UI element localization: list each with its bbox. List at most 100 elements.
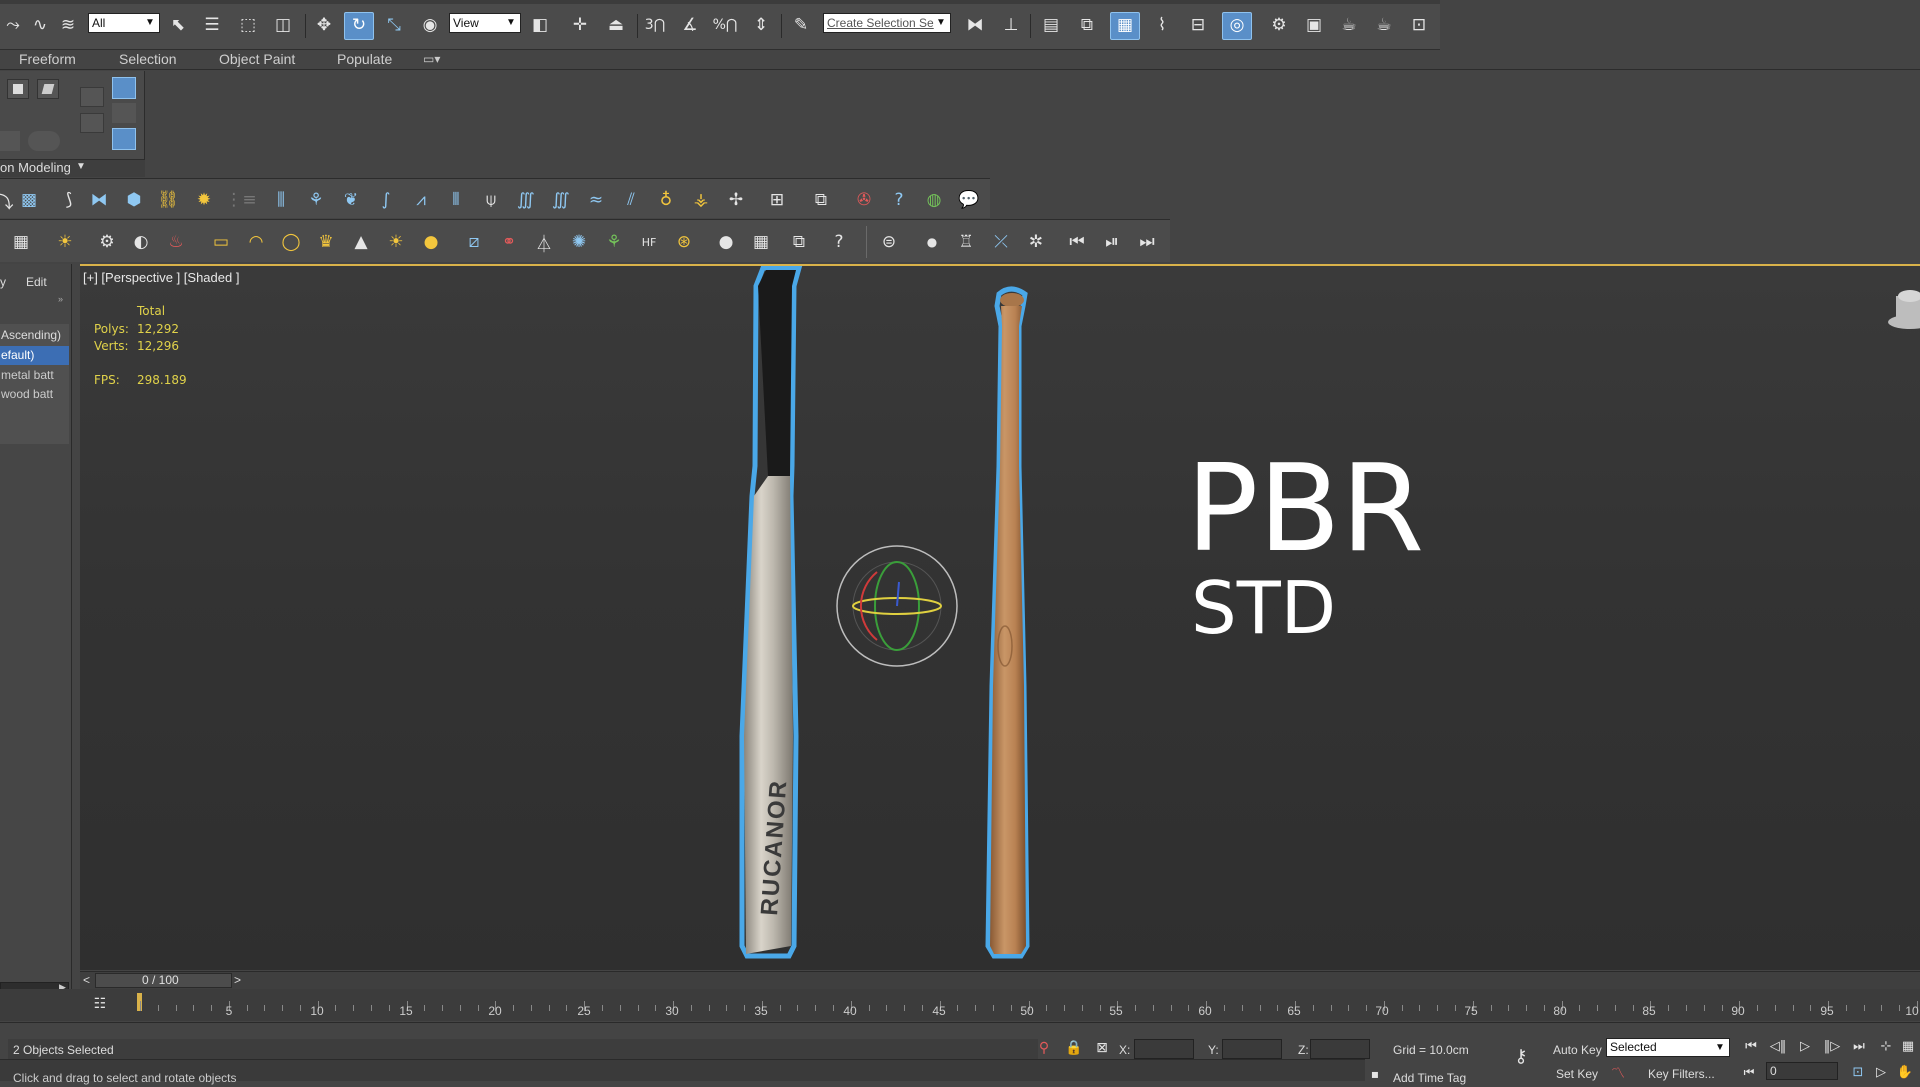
comb-icon[interactable]: ⫴: [443, 187, 469, 213]
preferences-icon[interactable]: ⧉: [808, 187, 834, 213]
strands-icon[interactable]: ⩘: [408, 187, 434, 213]
keyframe-next-icon[interactable]: ⏭: [1134, 229, 1160, 255]
scene-list-item[interactable]: metal batt: [0, 366, 69, 385]
key-filters-button[interactable]: Key Filters...: [1648, 1067, 1715, 1081]
schematic-view-icon[interactable]: ⊟: [1185, 12, 1211, 38]
keyframe-play-icon[interactable]: ⏯: [1099, 229, 1125, 255]
scene-list-item-selected[interactable]: efault): [0, 346, 69, 365]
key-mode-toggle-icon[interactable]: ⏮: [1736, 1059, 1762, 1085]
plant-icon[interactable]: ⚘: [601, 229, 627, 255]
auto-key-button[interactable]: Auto Key: [1553, 1043, 1602, 1057]
pivot-center-icon[interactable]: ◧: [527, 12, 553, 38]
link-icon[interactable]: ⛓: [155, 187, 181, 213]
teapot-icon[interactable]: ♨: [163, 229, 189, 255]
x-field[interactable]: [1134, 1039, 1194, 1059]
reference-coord-dropdown[interactable]: View ▼: [449, 13, 521, 33]
time-tag-icon[interactable]: ▪: [1362, 1061, 1388, 1087]
key-icon[interactable]: ⚷: [1508, 1043, 1534, 1069]
go-to-start-icon[interactable]: ⏮: [1738, 1033, 1764, 1059]
hair-icon[interactable]: ⫼: [268, 187, 294, 213]
add-time-tag[interactable]: Add Time Tag: [1393, 1071, 1466, 1085]
mirror-icon[interactable]: ⧓: [962, 12, 988, 38]
rect-region-icon[interactable]: ⬚: [235, 12, 261, 38]
fan-icon[interactable]: ✢: [723, 187, 749, 213]
scale-icon[interactable]: ⤡: [381, 12, 407, 38]
lattice-icon[interactable]: ▩: [16, 187, 42, 213]
offscreen-object[interactable]: [1888, 290, 1920, 329]
ribbon-section-label[interactable]: on Modeling: [0, 160, 71, 175]
go-to-end-icon[interactable]: ⏭: [1846, 1033, 1872, 1059]
render-production-icon[interactable]: ☕: [1336, 12, 1362, 38]
grid-plane-icon[interactable]: ⧄: [461, 229, 487, 255]
help-icon[interactable]: ?: [886, 187, 912, 213]
wave-c-icon[interactable]: ≈: [583, 187, 609, 213]
angle-snap-icon[interactable]: ∡: [677, 12, 703, 38]
geosphere-icon[interactable]: ●: [418, 229, 444, 255]
absolute-mode-icon[interactable]: ⊠: [1089, 1035, 1115, 1061]
chevron-down-icon[interactable]: ▼: [76, 161, 86, 172]
chat-icon[interactable]: 💬: [956, 187, 982, 213]
symmetry-icon[interactable]: ⧓: [86, 187, 112, 213]
gear-blue-icon[interactable]: ✺: [566, 229, 592, 255]
capsule-icon[interactable]: ◐: [128, 229, 154, 255]
pin-icon[interactable]: ⍦: [478, 187, 504, 213]
keyboard-shortcut-icon[interactable]: ⏏: [603, 12, 629, 38]
rendered-frame-icon[interactable]: ▣: [1301, 12, 1327, 38]
selection-filter-dropdown[interactable]: All ▼: [88, 13, 160, 33]
metal-bat[interactable]: RUCANOR: [739, 266, 803, 959]
wood-bat[interactable]: [985, 286, 1030, 959]
light-lister-icon[interactable]: ☀: [52, 229, 78, 255]
render-env-icon[interactable]: ⊜: [876, 229, 902, 255]
box-uvw-icon[interactable]: ⬢: [121, 187, 147, 213]
align-icon[interactable]: ⊥: [998, 12, 1024, 38]
unlink-icon[interactable]: ⤳: [0, 12, 26, 38]
wave-icon[interactable]: ≋: [55, 12, 81, 38]
time-config-icon[interactable]: ▦: [1895, 1033, 1920, 1059]
curve-icon[interactable]: 〽: [1605, 1060, 1631, 1086]
plane-icon[interactable]: ▭: [208, 229, 234, 255]
ribbon-options-icon[interactable]: ▭▾: [423, 52, 440, 66]
perspective-viewport[interactable]: [+] [Perspective ] [Shaded ] Total Polys…: [80, 264, 1920, 970]
z-field[interactable]: [1310, 1039, 1370, 1059]
export-icon[interactable]: ⧉: [786, 229, 812, 255]
cloth-icon[interactable]: ❦: [338, 187, 364, 213]
tube-icon[interactable]: ⤫: [988, 229, 1014, 255]
shell-icon[interactable]: ⊛: [671, 229, 697, 255]
scene-list-item[interactable]: Ascending): [0, 326, 69, 345]
spinner-snap-icon[interactable]: ⇕: [748, 12, 774, 38]
ribbon-square-button[interactable]: [7, 79, 29, 99]
dot-icon[interactable]: ●: [919, 229, 945, 255]
tab-object-paint[interactable]: Object Paint: [219, 51, 295, 67]
select-manipulate-icon[interactable]: ✛: [567, 12, 593, 38]
select-list-icon[interactable]: ⊞: [764, 187, 790, 213]
shirt-icon[interactable]: ♖: [953, 229, 979, 255]
scene-list-item[interactable]: wood batt: [0, 385, 69, 404]
wave-a-icon[interactable]: ∭: [513, 187, 539, 213]
globe-icon[interactable]: ◍: [921, 187, 947, 213]
layer-explorer-icon[interactable]: ▤: [1038, 12, 1064, 38]
prev-frame-icon[interactable]: ◁‖: [1765, 1033, 1791, 1059]
candle-icon[interactable]: ⚶: [688, 187, 714, 213]
bind-spacewarp-icon[interactable]: ∿: [27, 12, 53, 38]
ribbon-blue-button-1[interactable]: [112, 77, 136, 99]
percent-snap-icon[interactable]: %⋂: [712, 12, 738, 38]
pan-icon[interactable]: ✋: [1892, 1059, 1918, 1085]
tab-selection[interactable]: Selection: [119, 51, 177, 67]
select-object-icon[interactable]: ⬉: [165, 12, 191, 38]
burst-icon[interactable]: ✹: [191, 187, 217, 213]
table-icon[interactable]: ▦: [748, 229, 774, 255]
grey-modifier-icon[interactable]: ⋮≡: [225, 187, 256, 213]
time-slider[interactable]: < 0 / 100 >: [80, 971, 1920, 989]
tab-freeform[interactable]: Freeform: [19, 51, 76, 67]
white-sphere-icon[interactable]: ●: [713, 229, 739, 255]
placement-icon[interactable]: ◉: [417, 12, 443, 38]
time-prev-button[interactable]: <: [83, 973, 90, 987]
keyframe-prev-icon[interactable]: ⏮: [1064, 229, 1090, 255]
snap-toggle-icon[interactable]: 3 ⋂: [642, 12, 668, 38]
calculator-icon[interactable]: ▦: [8, 229, 34, 255]
render-cloud-icon[interactable]: ⊡: [1406, 12, 1432, 38]
pyramid-icon[interactable]: ⏃: [531, 229, 557, 255]
sphere-icon[interactable]: ◯: [278, 229, 304, 255]
light-bulb-icon[interactable]: ♁: [653, 187, 679, 213]
bowl-icon[interactable]: ♛: [313, 229, 339, 255]
